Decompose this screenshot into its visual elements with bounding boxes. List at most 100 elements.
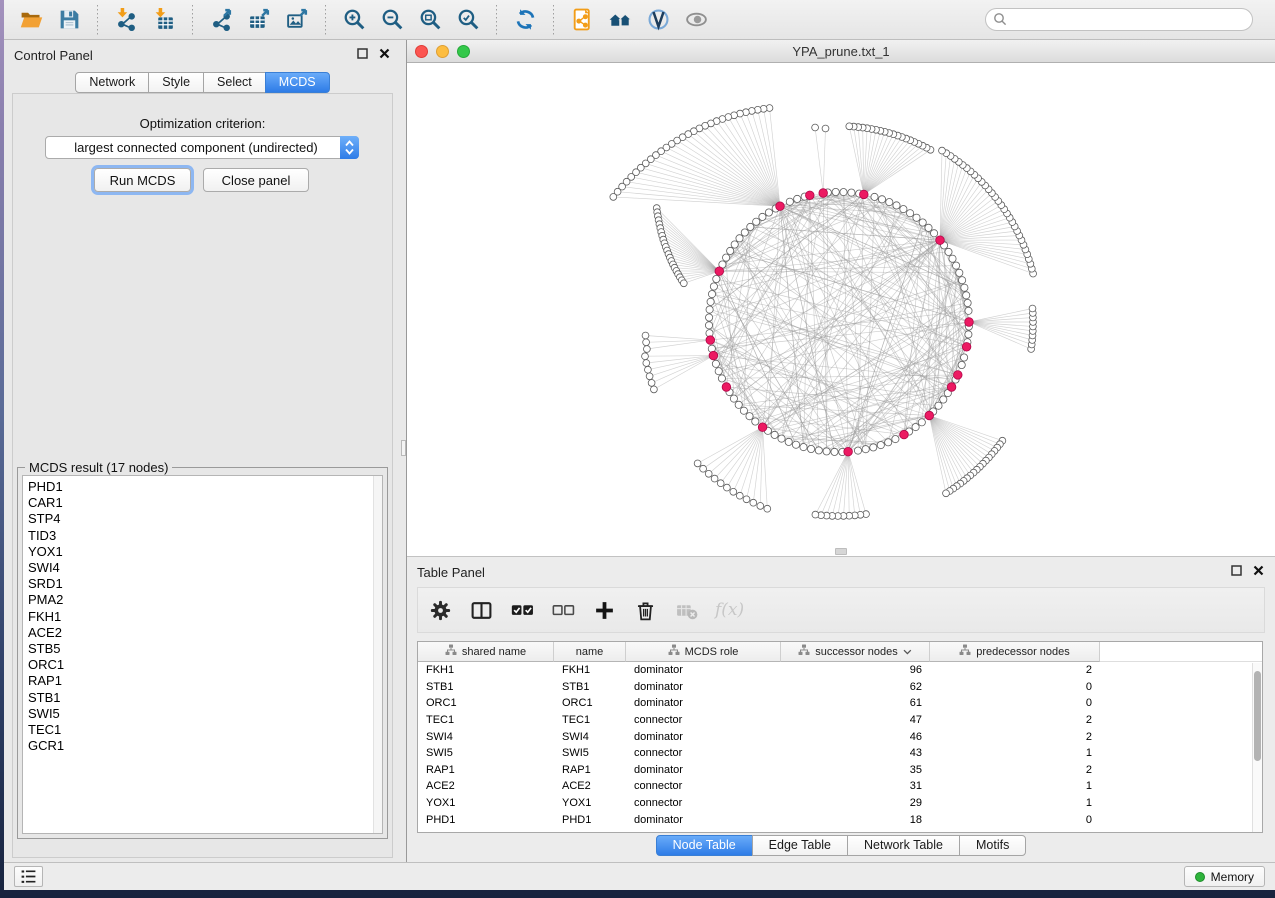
column-label: shared name	[462, 646, 526, 658]
control-panel-close-button[interactable]	[378, 47, 391, 63]
tab-node-table[interactable]: Node Table	[656, 835, 753, 856]
deselect-all-rows-button[interactable]	[551, 597, 575, 623]
open-session-icon	[19, 7, 44, 32]
table-panel-float-button[interactable]	[1230, 564, 1243, 580]
table-row[interactable]: ORC1ORC1dominator610	[418, 695, 1262, 712]
tab-mcds[interactable]: MCDS	[265, 72, 330, 93]
horizontal-split-grip[interactable]	[835, 548, 847, 555]
mcds-result-item[interactable]: TID3	[23, 528, 382, 544]
optimization-criterion-select[interactable]: largest connected component (undirected)	[45, 136, 359, 159]
mcds-result-item[interactable]: PHD1	[23, 479, 382, 495]
close-panel-button[interactable]: Close panel	[203, 168, 309, 192]
tab-select[interactable]: Select	[203, 72, 266, 93]
import-table-button[interactable]	[147, 5, 181, 35]
function-builder-button: f(x)	[715, 597, 744, 623]
tab-style[interactable]: Style	[148, 72, 204, 93]
mcds-result-item[interactable]: STB5	[23, 641, 382, 657]
control-panel-float-button[interactable]	[356, 47, 369, 63]
column-label: successor nodes	[815, 646, 898, 658]
import-network-button[interactable]	[109, 5, 143, 35]
table-row[interactable]: RAP1RAP1dominator352	[418, 762, 1262, 779]
table-row[interactable]: PHD1PHD1dominator180	[418, 811, 1262, 828]
table-row[interactable]: YOX1YOX1connector291	[418, 795, 1262, 812]
task-history-button[interactable]	[14, 866, 43, 887]
delete-columns-button[interactable]	[633, 597, 657, 623]
table-scrollbar-thumb[interactable]	[1254, 671, 1261, 761]
save-session-button[interactable]	[52, 5, 86, 35]
table-cell: 0	[930, 697, 1100, 709]
table-row[interactable]: TEC1TEC1connector472	[418, 712, 1262, 729]
export-image-button[interactable]	[280, 5, 314, 35]
column-header-name[interactable]: name	[554, 642, 626, 662]
tab-network[interactable]: Network	[75, 72, 149, 93]
toolbar-separator	[192, 5, 193, 35]
create-network-view-button[interactable]	[565, 5, 599, 35]
column-type-icon	[959, 644, 971, 659]
export-network-button[interactable]	[204, 5, 238, 35]
mcds-panel: Optimization criterion: largest connecte…	[12, 93, 393, 858]
network-canvas[interactable]	[407, 63, 1275, 556]
mcds-result-item[interactable]: ACE2	[23, 625, 382, 641]
memory-button[interactable]: Memory	[1184, 866, 1265, 887]
mcds-result-item[interactable]: STB1	[23, 690, 382, 706]
column-settings-button[interactable]	[428, 597, 452, 623]
mcds-result-item[interactable]: PMA2	[23, 592, 382, 608]
mcds-result-item[interactable]: STP4	[23, 511, 382, 527]
network-graph[interactable]	[407, 63, 1274, 556]
mcds-result-list[interactable]: PHD1CAR1STP4TID3YOX1SWI4SRD1PMA2FKH1ACE2…	[22, 475, 383, 834]
zoom-in-button[interactable]	[337, 5, 371, 35]
toolbar-separator	[97, 5, 98, 35]
search-input[interactable]	[985, 8, 1253, 31]
tab-edge-table[interactable]: Edge Table	[752, 835, 848, 856]
toggle-panel-layout-button[interactable]	[469, 597, 493, 623]
vizmapper-button[interactable]	[641, 5, 675, 35]
control-panel: Control Panel NetworkStyleSelectMCDS Opt…	[4, 40, 401, 862]
column-type-icon	[668, 644, 680, 659]
table-cell: ACE2	[418, 780, 554, 792]
column-header-shared-name[interactable]: shared name	[418, 642, 554, 662]
table-panel-close-button[interactable]	[1252, 564, 1265, 580]
apply-layout-button[interactable]	[508, 5, 542, 35]
hide-graphics-details-button[interactable]	[679, 5, 713, 35]
mcds-result-item[interactable]: SWI5	[23, 706, 382, 722]
table-cell: 18	[781, 814, 930, 826]
mcds-result-item[interactable]: ORC1	[23, 657, 382, 673]
table-row[interactable]: SWI4SWI4dominator462	[418, 728, 1262, 745]
table-scrollbar[interactable]	[1252, 663, 1262, 832]
mcds-result-item[interactable]: TEC1	[23, 722, 382, 738]
create-column-icon	[593, 599, 616, 622]
zoom-selected-button[interactable]	[451, 5, 485, 35]
mcds-result-scrollbar[interactable]	[373, 476, 382, 833]
mcds-result-item[interactable]: CAR1	[23, 495, 382, 511]
table-row[interactable]: FKH1FKH1dominator962	[418, 662, 1262, 679]
mcds-result-item[interactable]: SRD1	[23, 576, 382, 592]
column-header-successor-nodes[interactable]: successor nodes	[781, 642, 930, 662]
export-table-button[interactable]	[242, 5, 276, 35]
column-header-MCDS-role[interactable]: MCDS role	[626, 642, 781, 662]
table-cell: 1	[930, 780, 1100, 792]
mcds-result-item[interactable]: SWI4	[23, 560, 382, 576]
table-row[interactable]: STB1STB1dominator620	[418, 679, 1262, 696]
mcds-result-item[interactable]: FKH1	[23, 609, 382, 625]
table-cell: SWI5	[418, 747, 554, 759]
vizmapper-icon	[646, 7, 671, 32]
tab-motifs[interactable]: Motifs	[959, 835, 1026, 856]
mcds-result-item[interactable]: YOX1	[23, 544, 382, 560]
column-header-predecessor-nodes[interactable]: predecessor nodes	[930, 642, 1100, 662]
list-icon	[19, 867, 38, 886]
open-session-button[interactable]	[14, 5, 48, 35]
zoom-fit-button[interactable]	[413, 5, 447, 35]
table-cell: 31	[781, 780, 930, 792]
zoom-out-button[interactable]	[375, 5, 409, 35]
welcome-screen-button[interactable]	[603, 5, 637, 35]
mcds-result-item[interactable]: GCR1	[23, 738, 382, 754]
table-row[interactable]: ACE2ACE2connector311	[418, 778, 1262, 795]
mcds-result-item[interactable]: RAP1	[23, 673, 382, 689]
table-row[interactable]: SWI5SWI5connector431	[418, 745, 1262, 762]
table-cell: 43	[781, 747, 930, 759]
tab-network-table[interactable]: Network Table	[847, 835, 960, 856]
create-column-button[interactable]	[592, 597, 616, 623]
vertical-split-grip[interactable]	[401, 440, 406, 456]
run-mcds-button[interactable]: Run MCDS	[94, 168, 191, 192]
select-all-rows-button[interactable]	[510, 597, 534, 623]
